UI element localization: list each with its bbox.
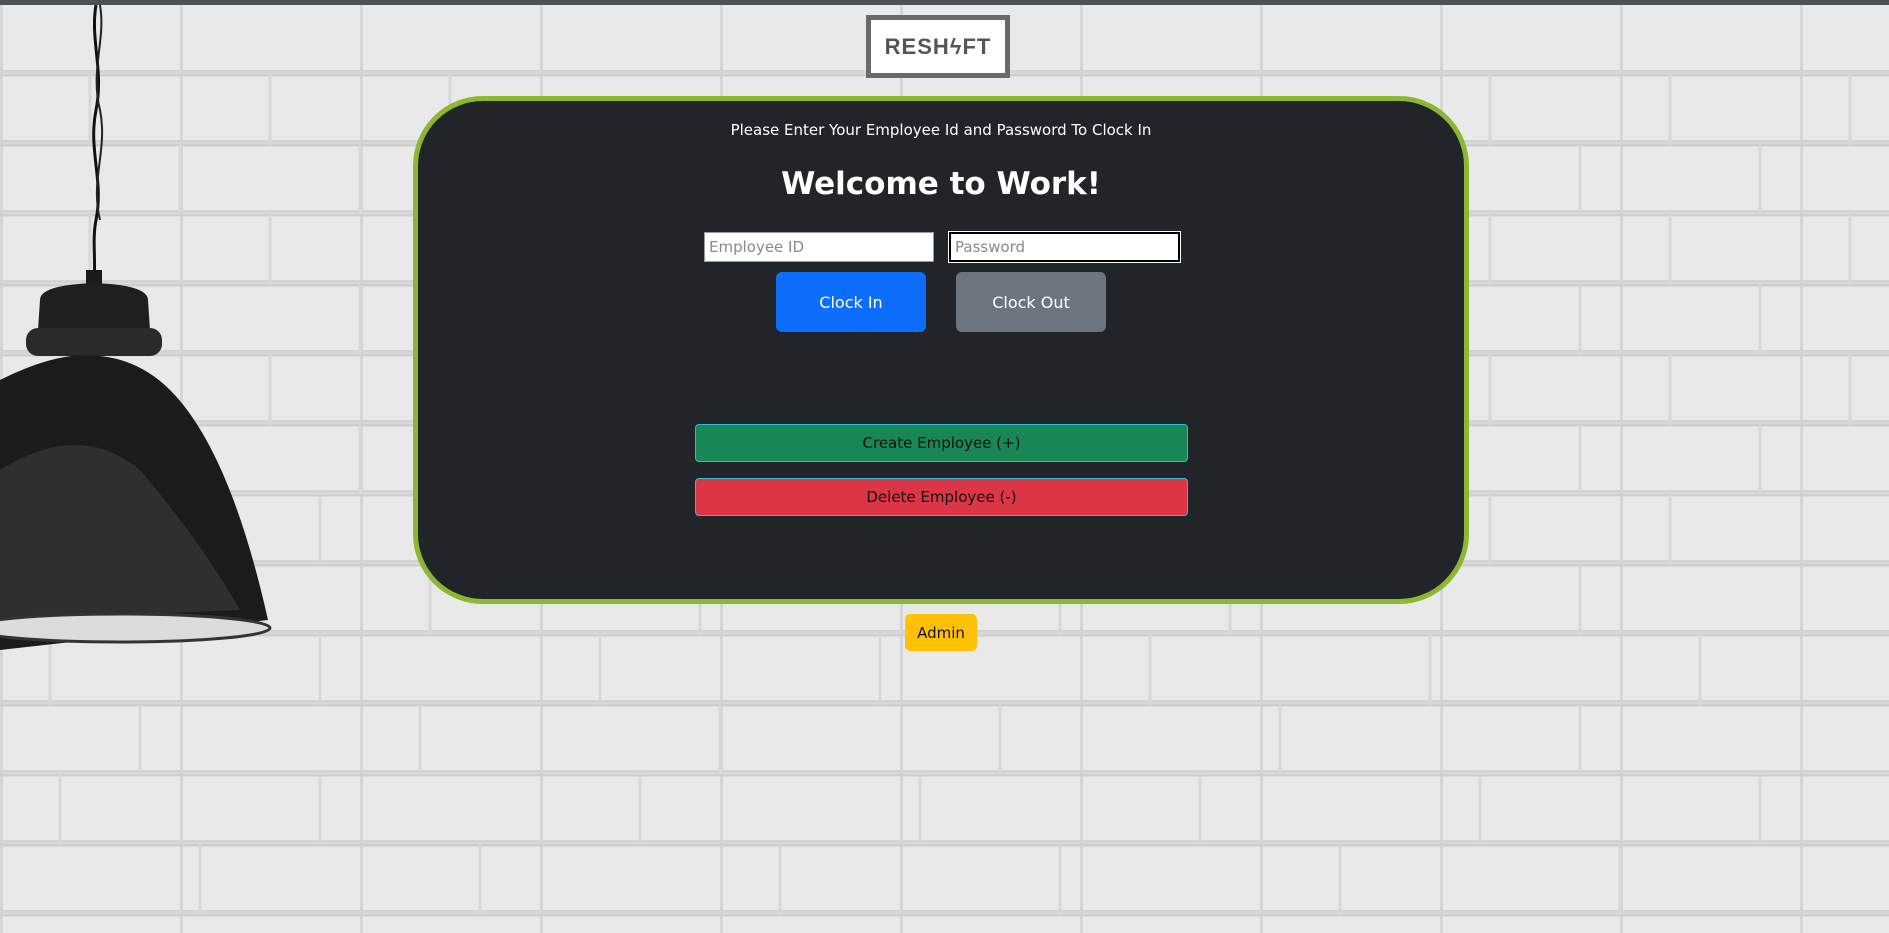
delete-employee-button[interactable]: Delete Employee (-) — [695, 478, 1188, 516]
employee-id-input[interactable] — [704, 232, 934, 262]
card-subtitle: Please Enter Your Employee Id and Passwo… — [730, 121, 1152, 139]
password-input[interactable] — [948, 231, 1181, 263]
clock-in-button[interactable]: Clock In — [776, 272, 926, 332]
page-title: Welcome to Work! — [781, 166, 1101, 202]
create-employee-button[interactable]: Create Employee (+) — [695, 424, 1188, 462]
pendant-lamp-icon — [0, 4, 272, 650]
login-card: Please Enter Your Employee Id and Passwo… — [413, 96, 1469, 604]
top-bar — [0, 0, 1889, 5]
clock-out-button[interactable]: Clock Out — [956, 272, 1106, 332]
logo: RESHϟFT — [866, 15, 1010, 78]
admin-button[interactable]: Admin — [905, 614, 977, 651]
logo-text: RESHϟFT — [884, 33, 992, 59]
